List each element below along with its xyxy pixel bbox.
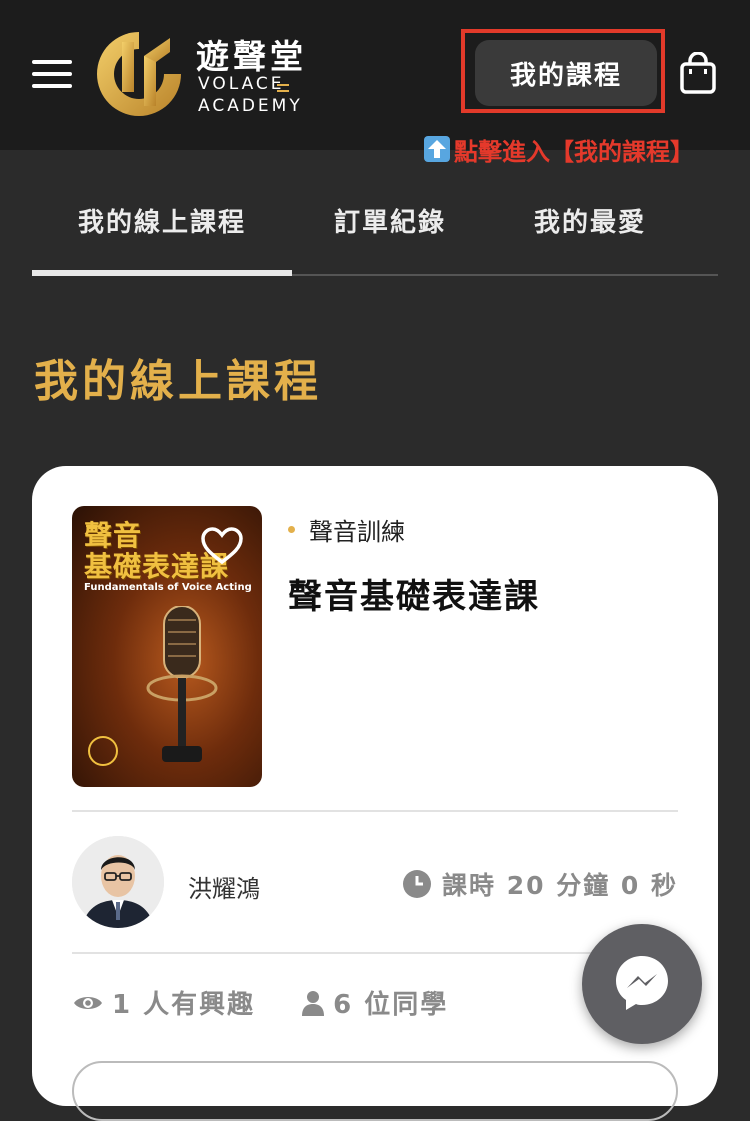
- clock-icon: [403, 870, 431, 898]
- section-title: 我的線上課程: [34, 356, 322, 407]
- cover-subtitle: Fundamentals of Voice Acting: [84, 582, 252, 593]
- account-tabs: 我的線上課程 訂單紀錄 我的最愛: [32, 190, 718, 278]
- teacher-name: 洪耀鴻: [188, 875, 260, 903]
- cover-logo-icon: [88, 736, 118, 766]
- hint-callout: 點擊進入【我的課程】: [424, 132, 694, 166]
- course-category: 聲音訓練: [288, 512, 405, 547]
- tab-order-history[interactable]: 訂單紀錄: [292, 190, 488, 250]
- hamburger-menu-icon[interactable]: [32, 58, 72, 90]
- duration-text: 課時 20 分鐘 0 秒: [442, 871, 678, 900]
- messenger-icon: [616, 956, 668, 1010]
- person-icon: [302, 990, 325, 1016]
- hint-text: 點擊進入【我的課程】: [454, 137, 694, 166]
- category-dot-icon: [288, 526, 295, 533]
- logo-mark-icon: [97, 32, 181, 116]
- card-divider: [72, 810, 678, 812]
- messenger-chat-button[interactable]: [582, 924, 702, 1044]
- logo-accent-bar: [277, 90, 289, 92]
- shopping-bag-icon[interactable]: [680, 52, 716, 94]
- course-title[interactable]: 聲音基礎表達課: [288, 569, 540, 618]
- card-divider: [72, 952, 678, 954]
- student-text: 6 位同學: [333, 990, 449, 1020]
- interest-count: 1 人有興趣: [72, 984, 255, 1021]
- active-tab-indicator: [32, 270, 292, 276]
- tab-my-online-courses[interactable]: 我的線上課程: [32, 190, 292, 250]
- logo-english-line1: VOLACE: [198, 74, 285, 94]
- tab-favorites[interactable]: 我的最愛: [488, 190, 692, 250]
- interest-text: 1 人有興趣: [112, 990, 256, 1020]
- teacher-avatar: [72, 836, 164, 928]
- course-action-button[interactable]: [72, 1061, 678, 1121]
- microphone-icon: [146, 606, 218, 762]
- course-cover-image[interactable]: 聲音 基礎表達課 Fundamentals of Voice Acting: [72, 506, 262, 787]
- student-count: 6 位同學: [301, 984, 448, 1021]
- course-stats: 1 人有興趣 6 位同學: [72, 984, 494, 1021]
- up-arrow-icon: [424, 136, 450, 162]
- site-logo[interactable]: 遊聲堂 VOLACE ACADEMY: [92, 28, 312, 120]
- eye-icon: [74, 996, 102, 1009]
- top-header: 遊聲堂 VOLACE ACADEMY 我的課程: [0, 0, 750, 150]
- logo-chinese-name: 遊聲堂: [196, 37, 307, 76]
- heart-icon[interactable]: [200, 526, 244, 566]
- my-courses-button[interactable]: 我的課程: [475, 40, 657, 106]
- logo-english-line2: ACADEMY: [198, 96, 303, 116]
- course-duration: 課時 20 分鐘 0 秒: [402, 866, 678, 902]
- logo-accent-bar: [277, 84, 289, 86]
- category-label: 聲音訓練: [309, 518, 405, 546]
